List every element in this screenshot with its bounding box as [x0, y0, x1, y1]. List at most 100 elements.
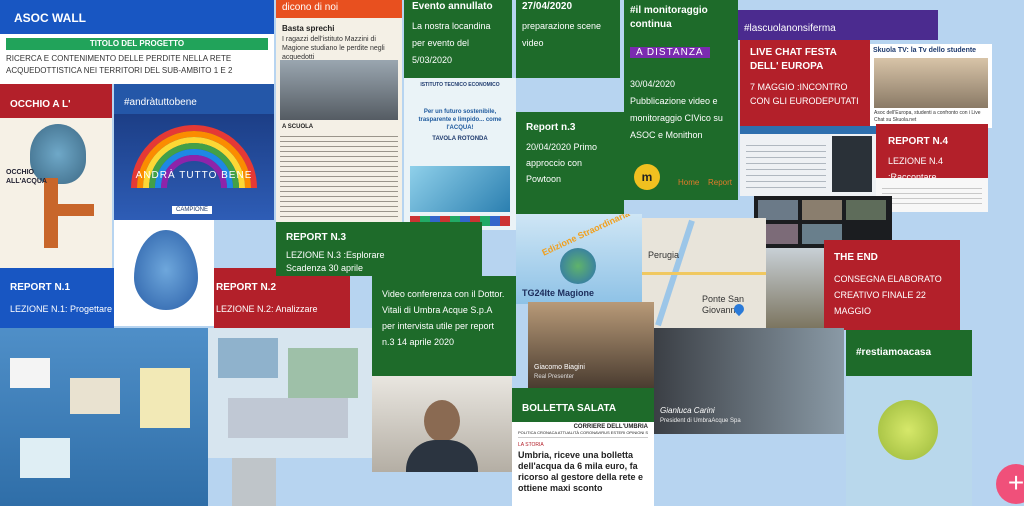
pipe-drawing: [44, 204, 94, 216]
map-card[interactable]: Perugia Ponte San Giovanni: [642, 218, 766, 328]
presenter2-video[interactable]: Gianluca Carini President di UmbraAcque …: [654, 328, 844, 434]
dicono-title: dicono di noi: [276, 0, 402, 18]
report2-card[interactable]: REPORT N.2 LEZIONE N.2: Analizzare: [214, 268, 350, 328]
date-2704-card[interactable]: 27/04/2020 preparazione scene video: [516, 0, 620, 78]
video-text: Video conferenza con il Dottor. Vitali d…: [382, 289, 505, 347]
locandina-school: ISTITUTO TECNICO ECONOMICO: [420, 82, 500, 88]
wall-header: ASOC WALL: [0, 0, 274, 34]
add-post-button[interactable]: +: [996, 464, 1024, 504]
report4-title: REPORT N.4: [888, 136, 949, 147]
rainbow-text: ANDRÀ TUTTO BENE: [135, 170, 253, 181]
report1-title: REPORT N.1: [10, 282, 71, 293]
skuola-card[interactable]: Skuola TV: la Tv dello studente Asoc del…: [870, 44, 992, 128]
project-card[interactable]: TITOLO DEL PROGETTO RICERCA E CONTENIMEN…: [0, 34, 274, 84]
clip-text-lines: [280, 132, 398, 218]
project-label: TITOLO DEL PROGETTO: [6, 38, 268, 50]
report-link[interactable]: Report: [708, 178, 732, 187]
evento-text: La nostra locandina per evento del 5/03/…: [412, 21, 491, 65]
evento-title: Evento annullato: [412, 1, 493, 12]
clip-place: A SCUOLA: [282, 124, 314, 130]
person-body: [406, 440, 478, 472]
attachment-lines: [882, 184, 982, 206]
livechat-title: LIVE CHAT FESTA DELL' EUROPA: [750, 47, 837, 72]
clip-photo: [280, 60, 398, 120]
bulletin-board-photo[interactable]: [0, 328, 208, 506]
small-photo[interactable]: [232, 458, 276, 506]
presenter1-video[interactable]: Giacomo Biagini Real Presenter: [528, 302, 654, 388]
site-image: [832, 136, 872, 192]
occhio-drawing-text: OCCHIO ALL'ACQUA: [6, 169, 47, 185]
bolletta-card[interactable]: BOLLETTA SALATA: [512, 388, 654, 422]
locandina-card[interactable]: ISTITUTO TECNICO ECONOMICO Per un futuro…: [404, 78, 516, 230]
skuola-video: [874, 58, 988, 108]
monitoraggio-card[interactable]: #il monitoraggio continua A DISTANZA 30/…: [624, 0, 738, 200]
presenter2-name: Gianluca Carini: [660, 406, 715, 415]
report4-text: LEZIONE N.4 :Raccontare: [888, 156, 944, 178]
clip-head: Basta sprechi: [282, 24, 335, 33]
bolletta-kicker: LA STORIA: [518, 442, 544, 448]
occhio-title: OCCHIO A L' ACQUA: [10, 99, 71, 118]
livechat-card[interactable]: LIVE CHAT FESTA DELL' EUROPA 7 MAGGIO :I…: [740, 40, 870, 126]
photo-note: [70, 378, 120, 414]
video-card[interactable]: Video conferenza con il Dottor. Vitali d…: [372, 276, 516, 376]
map-road: [642, 272, 766, 275]
photo-note: [20, 438, 70, 478]
report1-card[interactable]: REPORT N.1 LEZIONE N.1: Progettare: [0, 268, 114, 328]
virus-icon: [878, 400, 938, 460]
occhio-drawing[interactable]: OCCHIO ALL'ACQUA: [0, 118, 112, 268]
collage-photo[interactable]: [208, 328, 372, 458]
report1-text: LEZIONE N.1: Progettare: [10, 304, 113, 314]
wall-title: ASOC WALL: [14, 11, 86, 25]
locandina-line2: TAVOLA ROTONDA: [432, 136, 488, 142]
report3-title: Report n.3: [526, 122, 576, 133]
theend-title: THE END: [834, 252, 878, 263]
skuola-title: Skuola TV: la Tv dello studente: [873, 47, 977, 54]
tg24-line2: TG24Ite Magione: [522, 288, 595, 298]
call-tile: [758, 200, 798, 220]
street-photo[interactable]: [766, 248, 824, 328]
monitoraggio-title: #il monitoraggio continua: [630, 5, 708, 30]
monithon-icon: m: [634, 164, 660, 190]
restiamo-card[interactable]: #restiamoacasa: [846, 330, 972, 376]
map-city: Perugia: [648, 250, 680, 260]
presenter2-role: President di UmbraAcque Spa: [660, 418, 741, 424]
map-place: Ponte San Giovanni: [702, 294, 745, 315]
person-head: [424, 400, 460, 442]
campione-badge: CAMPIONE: [172, 206, 213, 214]
globe-icon: [560, 248, 596, 284]
virus-image[interactable]: [846, 376, 972, 506]
report4-attachment[interactable]: [876, 178, 988, 212]
photo-note: [228, 398, 348, 438]
presenter1-name: Giacomo Biagini: [534, 364, 585, 371]
monitoraggio-text: 30/04/2020 Pubblicazione video e monitor…: [630, 79, 723, 140]
date-2704-text: preparazione scene video: [522, 21, 602, 48]
rainbow-icon: [131, 125, 257, 189]
photo-note: [10, 358, 50, 388]
occhio-card[interactable]: OCCHIO A L' ACQUA: [0, 84, 112, 118]
site-screenshot[interactable]: [740, 126, 876, 196]
report4-card[interactable]: REPORT N.4 LEZIONE N.4 :Raccontare: [876, 124, 988, 178]
restiamo-title: #restiamoacasa: [856, 347, 932, 358]
report3-card[interactable]: Report n.3 20/04/2020 Primo approccio co…: [516, 112, 624, 214]
tg24-card[interactable]: Edizione Straordinaria TG24Ite Magione: [516, 214, 642, 304]
dicono-card[interactable]: dicono di noi Basta sprechi I ragazzi de…: [276, 0, 402, 222]
report2-title: REPORT N.2: [216, 282, 277, 293]
home-link[interactable]: Home: [678, 178, 699, 187]
lascuola-card[interactable]: #lascuolanonsiferma: [738, 10, 938, 40]
report3b-card[interactable]: REPORT N.3 LEZIONE N.3 :Esplorare Scaden…: [276, 222, 482, 276]
videoconf-person[interactable]: [372, 376, 512, 472]
bolletta-article[interactable]: CORRIERE DELL'UMBRIA POLITICA CRONACA AT…: [512, 422, 654, 506]
bolletta-nav: POLITICA CRONACA ATTUALITÀ CORONAVIRUS E…: [518, 430, 648, 438]
report3-text: 20/04/2020 Primo approccio con Powtoon: [526, 142, 598, 184]
water-drop-icon: [134, 230, 198, 310]
locandina-image: [410, 166, 510, 212]
theend-card[interactable]: THE END CONSEGNA ELABORATO CREATIVO FINA…: [824, 240, 960, 330]
project-text: RICERCA E CONTENIMENTO DELLE PERDITE NEL…: [6, 54, 233, 75]
theend-text: CONSEGNA ELABORATO CREATIVO FINALE 22 MA…: [834, 274, 942, 316]
skuola-caption: Asoc dell'Europa, studenti a confronto c…: [874, 110, 981, 123]
andra-header: #andràtuttobene: [114, 84, 274, 114]
report2-text: LEZIONE N.2: Analizzare: [216, 304, 318, 314]
evento-card[interactable]: Evento annullato La nostra locandina per…: [404, 0, 512, 78]
andra-image[interactable]: ANDRÀ TUTTO BENE CAMPIONE: [114, 114, 274, 220]
water-drop-image[interactable]: [114, 220, 214, 326]
